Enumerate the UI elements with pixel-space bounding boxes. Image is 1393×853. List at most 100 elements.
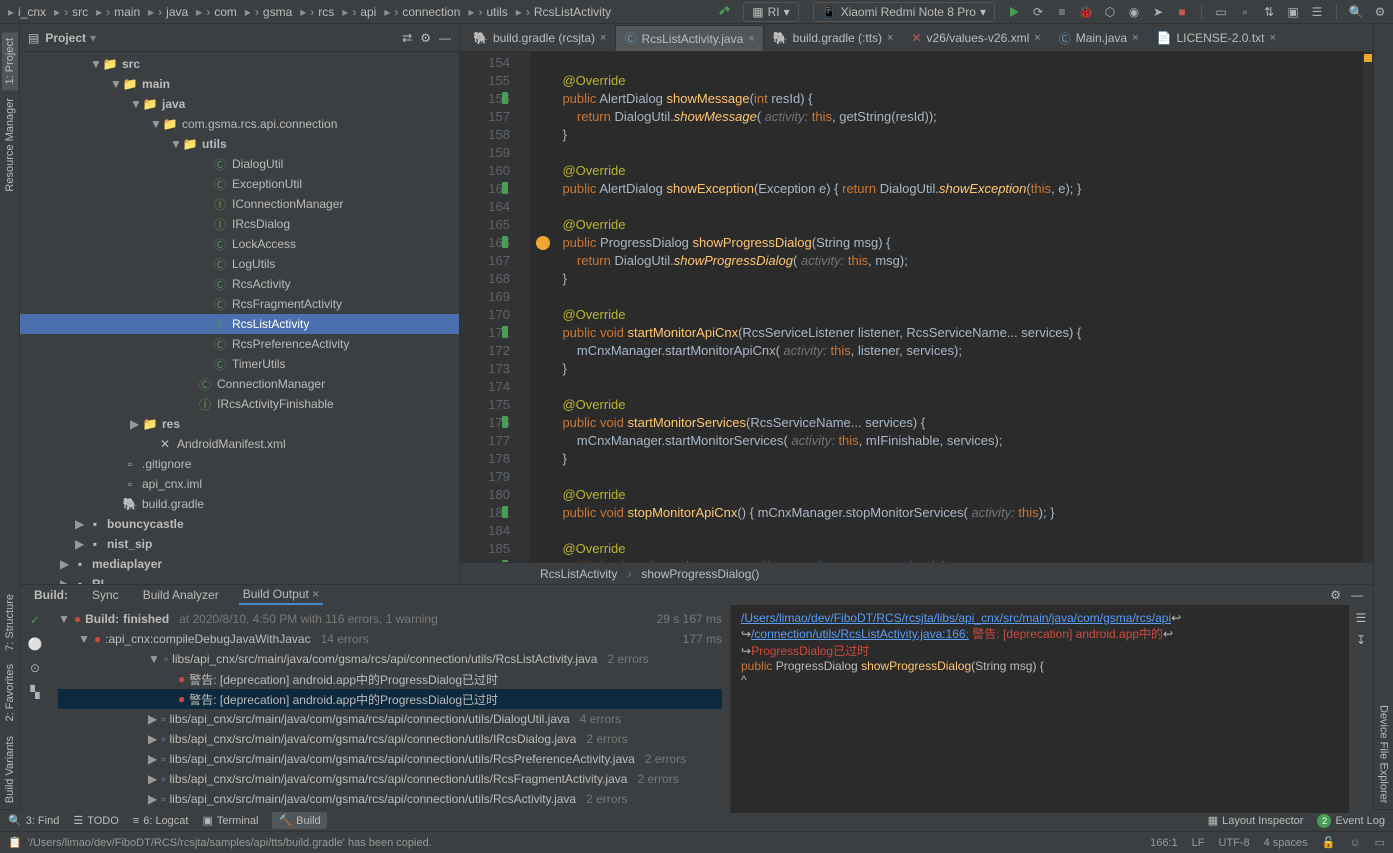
- tool-find[interactable]: 🔍 3: Find: [8, 814, 59, 827]
- tree-LockAccess[interactable]: ⒸLockAccess: [20, 234, 459, 254]
- tree-build.gradle[interactable]: 🐘build.gradle: [20, 494, 459, 514]
- soft-wrap-icon[interactable]: ☰: [1356, 611, 1367, 625]
- tool-todo[interactable]: ☰ TODO: [73, 814, 118, 827]
- tree-java[interactable]: ▼📁java: [20, 94, 459, 114]
- tree-RcsListActivity[interactable]: ⒸRcsListActivity: [20, 314, 459, 334]
- tab-build-output[interactable]: Build Output ×: [239, 585, 323, 605]
- breadcrumb-java[interactable]: ▸ › java: [144, 5, 192, 19]
- device-select[interactable]: 📱 Xiaomi Redmi Note 8 Pro ▾: [813, 2, 995, 22]
- tree-src[interactable]: ▼📁src: [20, 54, 459, 74]
- memory-icon[interactable]: ▭: [1375, 836, 1385, 849]
- breadcrumb-RcsListActivity[interactable]: ▸ › RcsListActivity: [512, 5, 615, 19]
- build-row[interactable]: ▶▫libs/api_cnx/src/main/java/com/gsma/rc…: [58, 729, 722, 749]
- strip-structure[interactable]: 7: Structure: [2, 588, 18, 657]
- tree-.gitignore[interactable]: ▫.gitignore: [20, 454, 459, 474]
- tree-RI[interactable]: ▶▪RI: [20, 574, 459, 584]
- hide-icon[interactable]: —: [1351, 588, 1363, 602]
- project-title[interactable]: Project: [45, 31, 86, 45]
- tree-res[interactable]: ▶📁res: [20, 414, 459, 434]
- breadcrumb-connection[interactable]: ▸ › connection: [380, 5, 464, 19]
- build-row[interactable]: ●警告: [deprecation] android.app中的Progress…: [58, 669, 722, 689]
- tab-build-analyzer[interactable]: Build Analyzer: [139, 586, 223, 604]
- tab-LICENSE-2.0.txt[interactable]: 📄LICENSE-2.0.txt×: [1148, 25, 1285, 51]
- warning-marker[interactable]: [1364, 54, 1372, 62]
- breadcrumb-com[interactable]: ▸ › com: [192, 5, 241, 19]
- tab-build.gradle (rcsjta)[interactable]: 🐘build.gradle (rcsjta)×: [464, 25, 615, 51]
- tree-DialogUtil[interactable]: ⒸDialogUtil: [20, 154, 459, 174]
- stop-icon[interactable]: ■: [1173, 3, 1191, 21]
- breadcrumb-gsma[interactable]: ▸ › gsma: [241, 5, 296, 19]
- tree-RcsPreferenceActivity[interactable]: ⒸRcsPreferenceActivity: [20, 334, 459, 354]
- breadcrumb-main[interactable]: ▸ › main: [92, 5, 144, 19]
- scroll-end-icon[interactable]: ↧: [1356, 633, 1366, 647]
- search-icon[interactable]: 🔍: [1347, 3, 1365, 21]
- gear-icon[interactable]: ⚙: [1330, 588, 1341, 602]
- cursor-pos[interactable]: 166:1: [1150, 837, 1178, 849]
- tree-AndroidManifest.xml[interactable]: ✕AndroidManifest.xml: [20, 434, 459, 454]
- tree-TimerUtils[interactable]: ⒸTimerUtils: [20, 354, 459, 374]
- tool-build[interactable]: 🔨 Build: [272, 812, 326, 829]
- build-tree[interactable]: ▼ ● Build: finished at 2020/8/10, 4:50 P…: [50, 605, 730, 813]
- dropdown-icon[interactable]: ▾: [90, 31, 96, 45]
- debug-icon[interactable]: 🐞: [1077, 3, 1095, 21]
- breadcrumb-src[interactable]: ▸ › src: [50, 5, 92, 19]
- avd-icon[interactable]: ▭: [1212, 3, 1230, 21]
- tree-bouncycastle[interactable]: ▶▪bouncycastle: [20, 514, 459, 534]
- code-editor[interactable]: 1541551561571581591601611641651661671681…: [460, 52, 1373, 562]
- tree-com.gsma.rcs.api.connection[interactable]: ▼📁com.gsma.rcs.api.connection: [20, 114, 459, 134]
- strip-device-explorer[interactable]: Device File Explorer: [1376, 699, 1392, 809]
- coverage-icon[interactable]: ⬡: [1101, 3, 1119, 21]
- tool-logcat[interactable]: ≡ 6: Logcat: [133, 815, 189, 827]
- tree-RcsActivity[interactable]: ⒸRcsActivity: [20, 274, 459, 294]
- build-row[interactable]: ▶▫libs/api_cnx/src/main/java/com/gsma/rc…: [58, 709, 722, 729]
- encoding[interactable]: UTF-8: [1218, 837, 1249, 849]
- tab-build.gradle (:tts)[interactable]: 🐘build.gradle (:tts)×: [764, 25, 903, 51]
- tree-utils[interactable]: ▼📁utils: [20, 134, 459, 154]
- breadcrumb-i_cnx[interactable]: ▸ i_cnx: [4, 5, 50, 19]
- select-opened-icon[interactable]: ⇄: [402, 31, 412, 45]
- tool-event-log[interactable]: 2 Event Log: [1317, 814, 1385, 828]
- hide-icon[interactable]: —: [439, 31, 451, 45]
- expand-icon[interactable]: ▚: [26, 683, 44, 701]
- line-sep[interactable]: LF: [1192, 837, 1205, 849]
- structure-icon[interactable]: ☰: [1308, 3, 1326, 21]
- run-config-select[interactable]: ▦ RI ▾: [743, 2, 798, 22]
- tab-Main.java[interactable]: ⒸMain.java×: [1050, 25, 1148, 51]
- tree-IRcsDialog[interactable]: ⒾIRcsDialog: [20, 214, 459, 234]
- rerun-icon[interactable]: ✓: [26, 611, 44, 629]
- tree-LogUtils[interactable]: ⒸLogUtils: [20, 254, 459, 274]
- apply-code-icon[interactable]: ≡: [1053, 3, 1071, 21]
- build-row[interactable]: ▶▫libs/api_cnx/src/main/java/com/gsma/rc…: [58, 769, 722, 789]
- breadcrumb-api[interactable]: ▸ › api: [338, 5, 380, 19]
- hammer-icon[interactable]: [715, 3, 733, 21]
- editor-breadcrumb[interactable]: RcsListActivity›showProgressDialog(): [460, 562, 1373, 584]
- tool-terminal[interactable]: ▣ Terminal: [202, 814, 258, 827]
- tree-IConnectionManager[interactable]: ⒾIConnectionManager: [20, 194, 459, 214]
- strip-project[interactable]: 1: Project: [2, 32, 18, 90]
- tab-v26/values-v26.xml[interactable]: ✕v26/values-v26.xml×: [902, 25, 1049, 51]
- tree-nist_sip[interactable]: ▶▪nist_sip: [20, 534, 459, 554]
- settings-icon[interactable]: ⚙: [1371, 3, 1389, 21]
- inspect-icon[interactable]: ☺: [1349, 837, 1360, 849]
- indent[interactable]: 4 spaces: [1264, 837, 1308, 849]
- strip-favorites[interactable]: 2: Favorites: [2, 658, 18, 727]
- tree-RcsFragmentActivity[interactable]: ⒸRcsFragmentActivity: [20, 294, 459, 314]
- tree-mediaplayer[interactable]: ▶▪mediaplayer: [20, 554, 459, 574]
- profile-icon[interactable]: ◉: [1125, 3, 1143, 21]
- sync-icon[interactable]: ⇅: [1260, 3, 1278, 21]
- attach-icon[interactable]: ➤: [1149, 3, 1167, 21]
- tree-IRcsActivityFinishable[interactable]: ⒾIRcsActivityFinishable: [20, 394, 459, 414]
- build-row[interactable]: ▼▫libs/api_cnx/src/main/java/com/gsma/rc…: [58, 649, 722, 669]
- gear-icon[interactable]: ⚙: [420, 31, 431, 45]
- build-row[interactable]: ▶▫libs/api_cnx/src/main/java/com/gsma/rc…: [58, 789, 722, 809]
- toggle-icon[interactable]: ⊙: [26, 659, 44, 677]
- readonly-icon[interactable]: 🔓: [1322, 836, 1336, 849]
- tree-ExceptionUtil[interactable]: ⒸExceptionUtil: [20, 174, 459, 194]
- filter-icon[interactable]: ⚪: [26, 635, 44, 653]
- tree-api_cnx.iml[interactable]: ▫api_cnx.iml: [20, 474, 459, 494]
- tree-main[interactable]: ▼📁main: [20, 74, 459, 94]
- device-mgr-icon[interactable]: ▣: [1284, 3, 1302, 21]
- tab-sync[interactable]: Sync: [88, 586, 123, 604]
- tree-ConnectionManager[interactable]: ⒸConnectionManager: [20, 374, 459, 394]
- sdk-icon[interactable]: ▫: [1236, 3, 1254, 21]
